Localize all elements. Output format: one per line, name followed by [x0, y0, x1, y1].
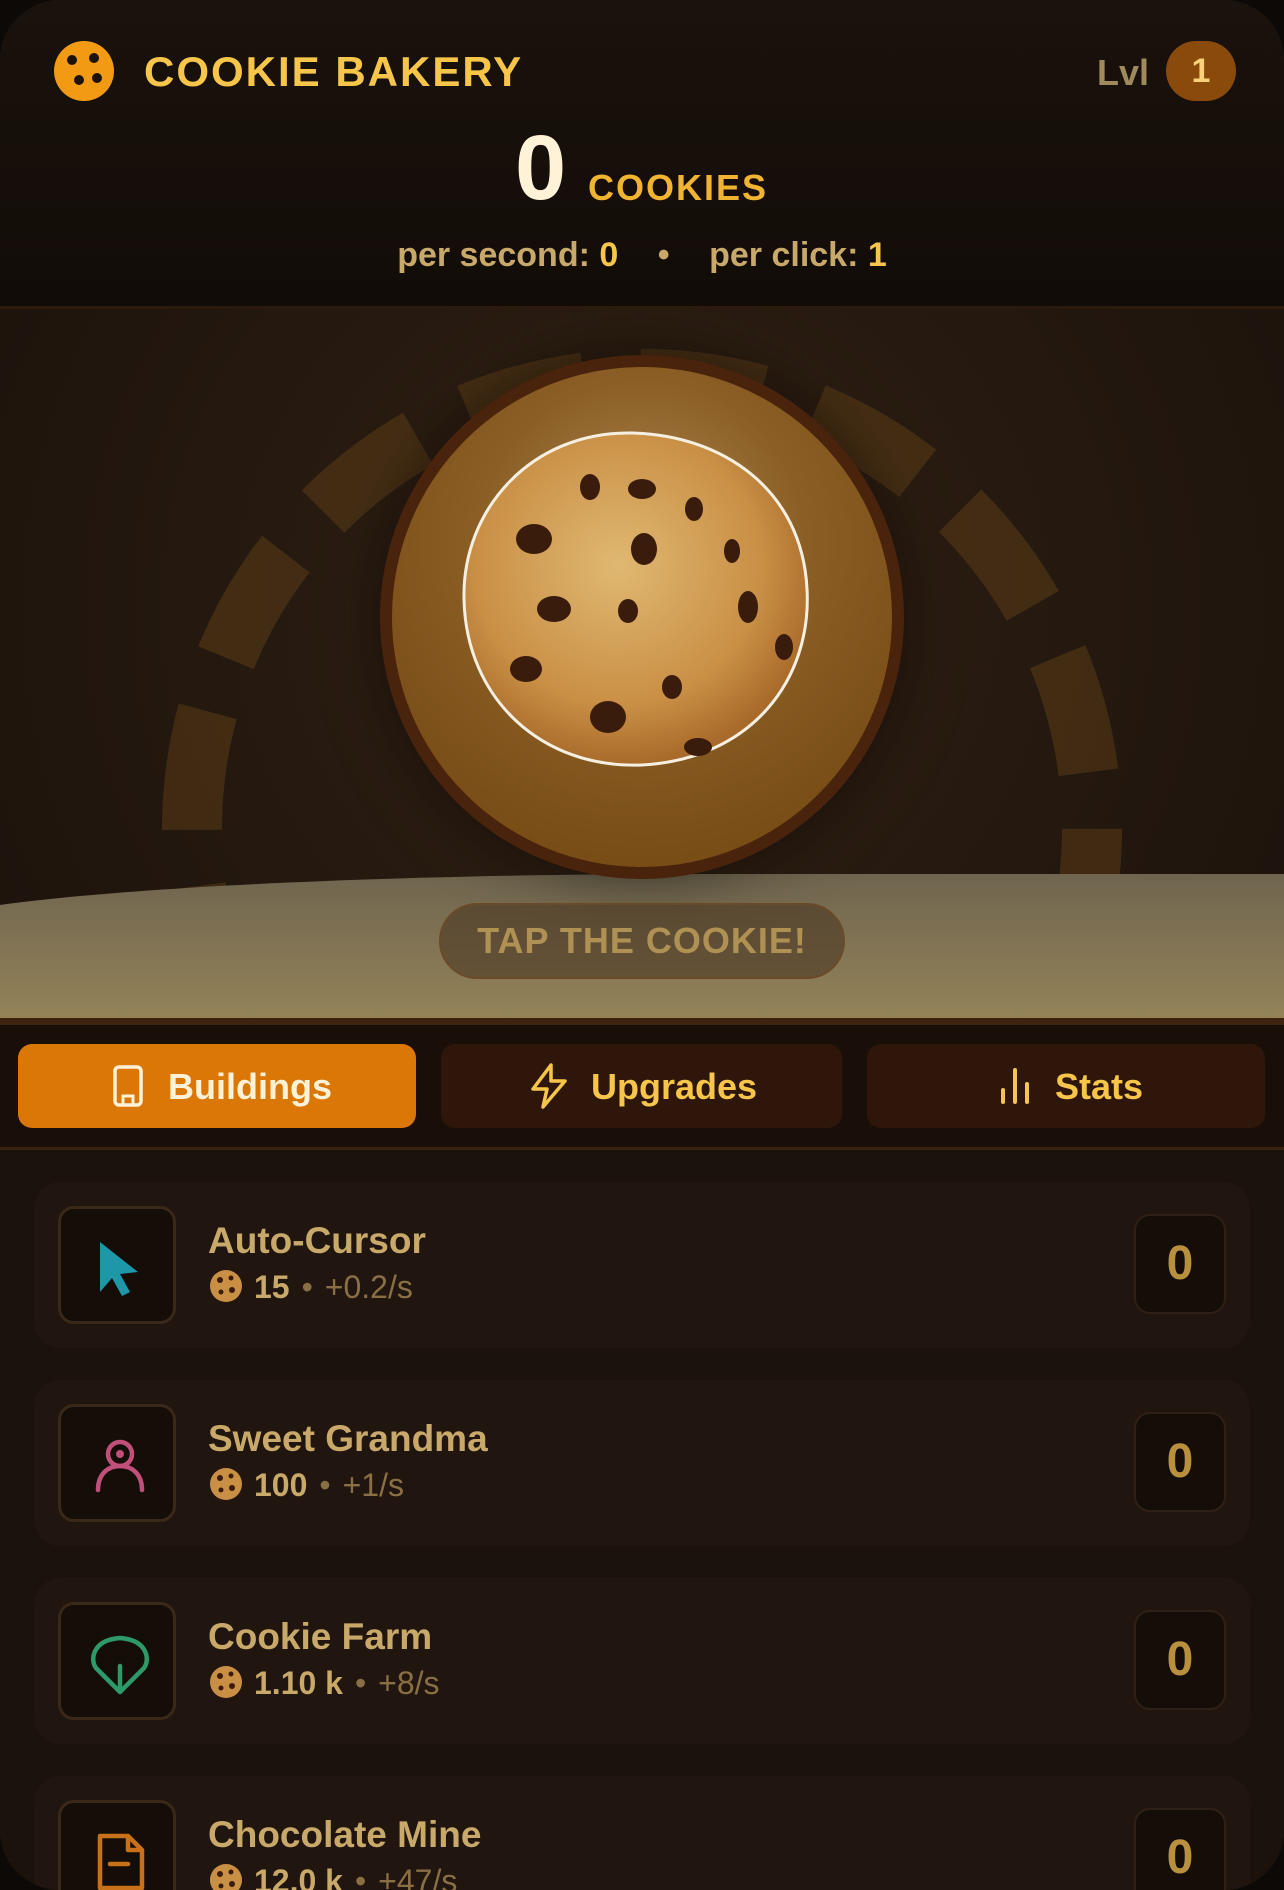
building-meta: 12.0 k • +47/s	[208, 1862, 457, 1890]
building-rate: +8/s	[378, 1665, 440, 1701]
rates-separator: •	[657, 236, 670, 274]
building-item-cookie-farm[interactable]: Cookie Farm 1.10 k • +8/s 0	[34, 1578, 1250, 1744]
cookie-logo-icon	[54, 41, 114, 101]
level-badge: 1	[1166, 41, 1236, 101]
building-owned-count: 0	[1134, 1412, 1226, 1512]
building-owned-count: 0	[1134, 1610, 1226, 1710]
grandma-icon	[95, 1439, 145, 1493]
meta-separator: •	[354, 1863, 367, 1890]
per-second-label: per second:	[397, 236, 590, 274]
cookie-plate-inner	[392, 367, 892, 867]
building-owned-count: 0	[1134, 1214, 1226, 1314]
per-click-label: per click:	[709, 236, 859, 274]
cookie-count: 0	[515, 117, 567, 219]
building-icon-box	[58, 1602, 176, 1720]
meta-separator: •	[319, 1467, 331, 1503]
building-price: 100	[254, 1467, 308, 1503]
building-price: 15	[254, 1269, 290, 1305]
tab-stats-label: Stats	[1055, 1066, 1144, 1107]
tab-upgrades[interactable]: Upgrades	[441, 1044, 842, 1128]
cookie-icon	[210, 1864, 242, 1890]
tab-buildings-label: Buildings	[168, 1066, 332, 1107]
per-second-value: 0	[599, 236, 619, 274]
meta-separator: •	[354, 1665, 367, 1701]
bar-chart-icon	[1001, 1068, 1029, 1104]
app-title: COOKIE BAKERY	[144, 48, 524, 95]
lightning-icon	[531, 1063, 567, 1109]
building-rate: +47/s	[378, 1863, 458, 1890]
rates-line: per second: 0 • per click: 1	[0, 236, 1284, 275]
building-icon	[113, 1065, 143, 1107]
stage-divider	[0, 1018, 1284, 1025]
building-icon-box	[58, 1206, 176, 1324]
tab-bar: Buildings Upgrades Stats	[0, 1025, 1284, 1150]
building-item-auto-cursor[interactable]: Auto-Cursor 15 • +0.2/s 0	[34, 1182, 1250, 1348]
building-name: Sweet Grandma	[208, 1418, 488, 1459]
cookie-icon	[210, 1270, 242, 1302]
meta-separator: •	[301, 1269, 313, 1305]
building-price: 12.0 k	[254, 1863, 343, 1890]
tab-upgrades-label: Upgrades	[591, 1066, 758, 1107]
building-icon-box	[58, 1800, 176, 1890]
tap-cookie-button[interactable]: TAP THE COOKIE!	[439, 903, 845, 979]
cookie-icon	[210, 1666, 242, 1698]
header: COOKIE BAKERY Lvl 1 0 COOKIES per second…	[0, 0, 1284, 309]
building-icon-box	[58, 1404, 176, 1522]
building-meta: 100 • +1/s	[208, 1466, 404, 1504]
building-owned-count: 0	[1134, 1808, 1226, 1890]
app-frame: COOKIE BAKERY Lvl 1 0 COOKIES per second…	[0, 0, 1284, 1890]
building-meta: 15 • +0.2/s	[208, 1268, 413, 1306]
building-name: Cookie Farm	[208, 1616, 433, 1657]
big-cookie[interactable]	[462, 429, 812, 769]
leaf-icon	[91, 1635, 149, 1695]
building-rate: +1/s	[342, 1467, 404, 1503]
buildings-list: Auto-Cursor 15 • +0.2/s 0 Sweet Grandma	[0, 1150, 1284, 1890]
cookie-icon	[210, 1468, 242, 1500]
document-icon	[97, 1833, 145, 1890]
building-name: Auto-Cursor	[208, 1220, 426, 1261]
level-label: Lvl	[1097, 52, 1150, 93]
building-meta: 1.10 k • +8/s	[208, 1664, 440, 1702]
cookie-plate	[380, 355, 904, 879]
building-item-chocolate-mine[interactable]: Chocolate Mine 12.0 k • +47/s 0	[34, 1776, 1250, 1890]
per-click-value: 1	[867, 236, 887, 274]
building-item-sweet-grandma[interactable]: Sweet Grandma 100 • +1/s 0	[34, 1380, 1250, 1546]
cookie-stage: TAP THE COOKIE!	[0, 309, 1284, 1021]
cookie-count-unit: COOKIES	[588, 167, 769, 208]
tab-buildings[interactable]: Buildings	[18, 1044, 416, 1128]
tab-stats[interactable]: Stats	[867, 1044, 1265, 1128]
building-price: 1.10 k	[254, 1665, 343, 1701]
building-name: Chocolate Mine	[208, 1814, 482, 1855]
cursor-icon	[100, 1242, 138, 1296]
building-rate: +0.2/s	[324, 1269, 413, 1305]
